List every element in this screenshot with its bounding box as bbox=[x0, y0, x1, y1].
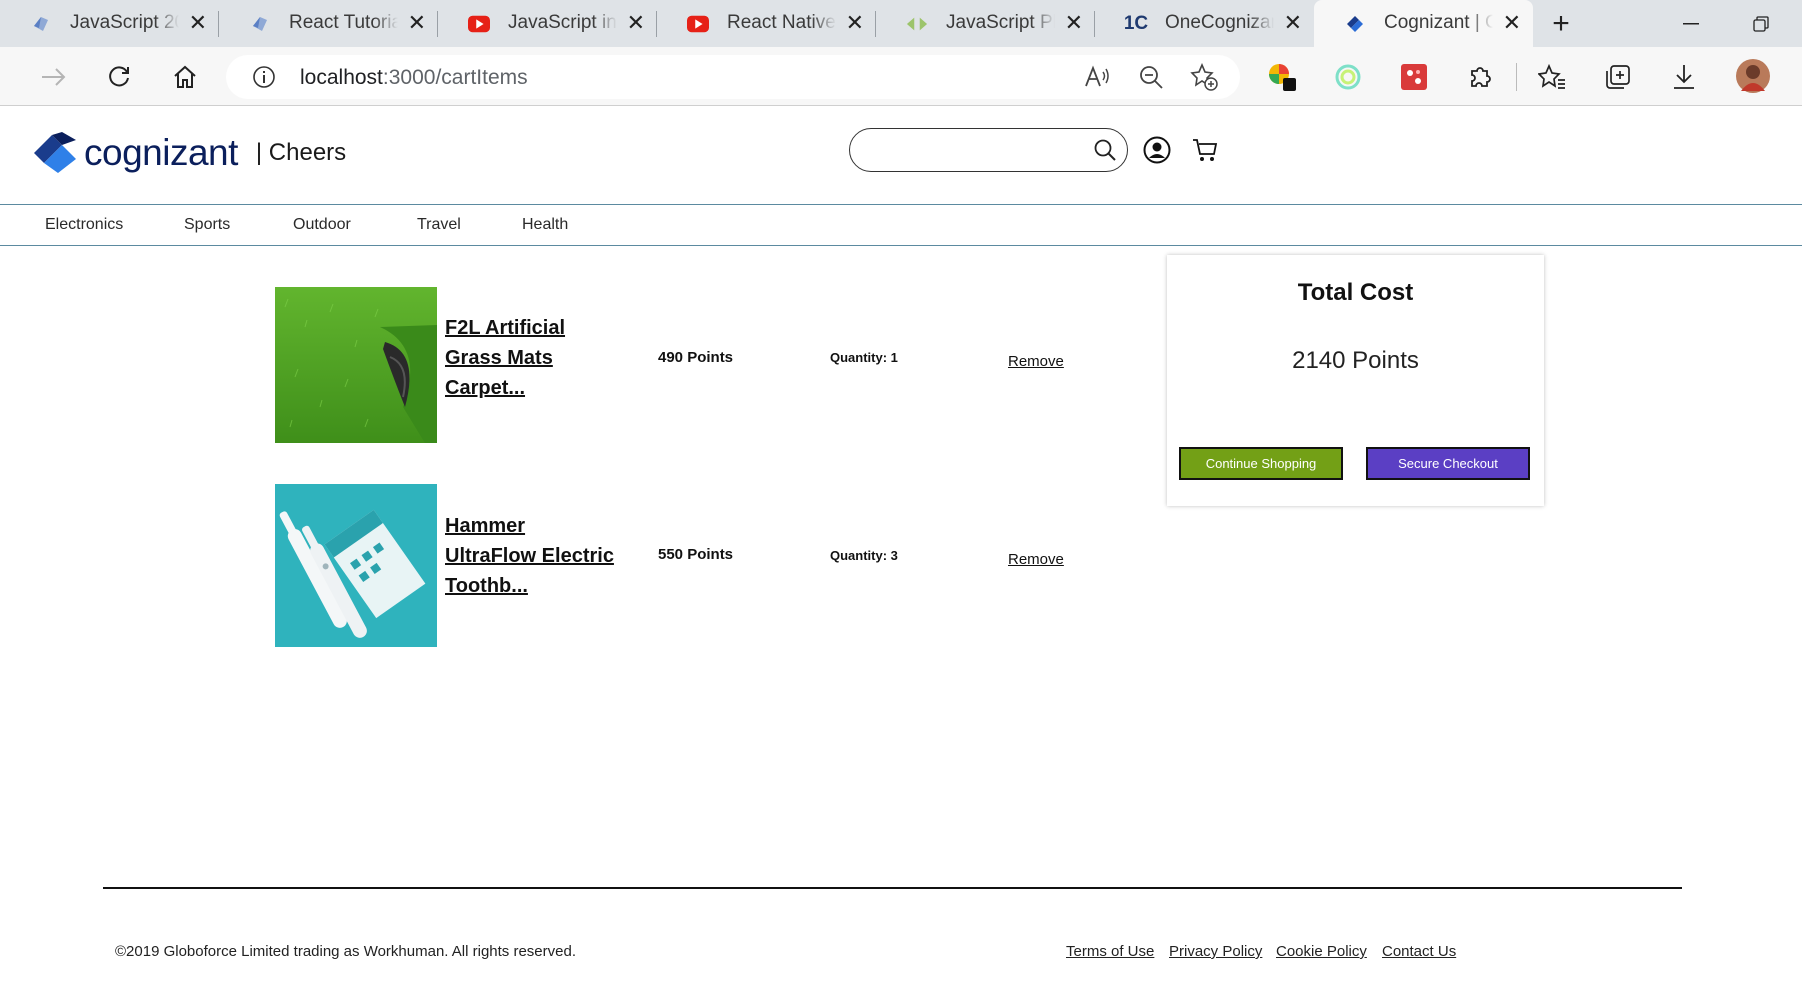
category-outdoor[interactable]: Outdoor bbox=[293, 216, 351, 234]
product-image-grass-mat[interactable] bbox=[275, 287, 437, 443]
globe-icon bbox=[249, 13, 271, 35]
favorites-icon[interactable] bbox=[1536, 61, 1568, 93]
secure-checkout-button[interactable]: Secure Checkout bbox=[1366, 447, 1530, 480]
tab-title: JavaScript Playg bbox=[946, 12, 1055, 33]
tab-title: React Native Cr bbox=[727, 12, 836, 33]
privacy-policy-link[interactable]: Privacy Policy bbox=[1169, 943, 1262, 960]
terms-of-use-link[interactable]: Terms of Use bbox=[1066, 943, 1154, 960]
continue-shopping-button[interactable]: Continue Shopping bbox=[1179, 447, 1343, 480]
youtube-icon bbox=[687, 13, 709, 35]
globe-icon bbox=[30, 13, 52, 35]
close-icon[interactable]: ✕ bbox=[1503, 10, 1521, 36]
category-travel[interactable]: Travel bbox=[417, 216, 461, 234]
category-health[interactable]: Health bbox=[522, 216, 568, 234]
product-name-link[interactable]: Hammer UltraFlow Electric Toothb... bbox=[445, 511, 615, 601]
url-text[interactable]: localhost:3000/cartItems bbox=[300, 66, 528, 90]
footer-divider bbox=[103, 887, 1682, 889]
address-bar[interactable]: localhost:3000/cartItems bbox=[226, 55, 1240, 99]
extension-colorful-icon[interactable] bbox=[1266, 61, 1298, 93]
extension-red-icon[interactable] bbox=[1398, 61, 1430, 93]
remove-button[interactable]: Remove bbox=[1008, 551, 1064, 568]
home-icon[interactable] bbox=[168, 60, 202, 94]
product-points: 490 Points bbox=[658, 349, 734, 366]
profile-avatar[interactable] bbox=[1736, 59, 1770, 93]
close-icon[interactable]: ✕ bbox=[1284, 10, 1302, 36]
browser-toolbar: localhost:3000/cartItems bbox=[0, 47, 1802, 106]
category-sports[interactable]: Sports bbox=[184, 216, 230, 234]
browser-tab[interactable]: JavaScript Playg ✕ bbox=[876, 0, 1095, 47]
category-electronics[interactable]: Electronics bbox=[45, 216, 123, 234]
add-favorite-icon[interactable] bbox=[1190, 62, 1218, 96]
category-nav: Electronics Sports Outdoor Travel Health bbox=[0, 204, 1802, 246]
read-aloud-icon[interactable] bbox=[1084, 64, 1110, 95]
tab-title: OneCognizant bbox=[1165, 12, 1274, 33]
close-icon[interactable]: ✕ bbox=[846, 10, 864, 36]
product-quantity: Quantity: 3 bbox=[830, 548, 898, 563]
cognizant-logo-mark bbox=[34, 132, 76, 173]
youtube-icon bbox=[468, 13, 490, 35]
close-icon[interactable]: ✕ bbox=[189, 10, 207, 36]
cookie-policy-link[interactable]: Cookie Policy bbox=[1276, 943, 1367, 960]
search-icon[interactable] bbox=[1093, 138, 1117, 167]
toolbar-divider bbox=[1516, 63, 1517, 91]
total-cost-value: 2140 Points bbox=[1292, 347, 1419, 374]
app-name: | Cheers bbox=[255, 139, 347, 166]
cognizant-icon bbox=[1344, 13, 1366, 35]
tab-title: JavaScript 2019 bbox=[70, 12, 179, 33]
contact-us-link[interactable]: Contact Us bbox=[1382, 943, 1456, 960]
back-arrow-icon[interactable] bbox=[36, 60, 70, 94]
search-input[interactable] bbox=[849, 128, 1128, 172]
cart-item: Hammer UltraFlow Electric Toothb... 550 … bbox=[275, 484, 1095, 647]
browser-tab[interactable]: React Tutorial a ✕ bbox=[219, 0, 438, 47]
extension-swirl-icon[interactable] bbox=[1332, 61, 1364, 93]
product-image-toothbrush[interactable] bbox=[275, 484, 437, 647]
tab-title: Cognizant | Che bbox=[1384, 12, 1493, 33]
browser-tab-active[interactable]: Cognizant | Che ✕ bbox=[1314, 0, 1533, 47]
playground-icon bbox=[906, 13, 928, 35]
remove-button[interactable]: Remove bbox=[1008, 353, 1064, 370]
cart-icon[interactable] bbox=[1191, 136, 1219, 169]
tab-title: JavaScript in te bbox=[508, 12, 617, 33]
user-account-icon[interactable] bbox=[1143, 136, 1171, 169]
close-icon[interactable]: ✕ bbox=[1065, 10, 1083, 36]
copyright-text: ©2019 Globoforce Limited trading as Work… bbox=[115, 943, 577, 960]
tab-title: React Tutorial a bbox=[289, 12, 398, 33]
order-summary-card: Total Cost 2140 Points Continue Shopping… bbox=[1167, 255, 1544, 506]
collections-icon[interactable] bbox=[1602, 61, 1634, 93]
product-name-link[interactable]: F2L Artificial Grass Mats Carpet... bbox=[445, 313, 615, 403]
url-host: localhost bbox=[300, 66, 383, 89]
restore-icon[interactable] bbox=[1726, 0, 1796, 47]
download-icon[interactable] bbox=[1668, 61, 1700, 93]
close-icon[interactable]: ✕ bbox=[627, 10, 645, 36]
site-header: cognizant | Cheers bbox=[0, 106, 1802, 204]
minimize-icon[interactable] bbox=[1656, 0, 1726, 47]
url-path: :3000/cartItems bbox=[382, 66, 528, 89]
browser-tab[interactable]: JavaScript in te ✕ bbox=[438, 0, 657, 47]
info-icon[interactable] bbox=[252, 65, 276, 94]
new-tab-button[interactable]: + bbox=[1533, 0, 1589, 47]
browser-tab-strip: JavaScript 2019 ✕ React Tutorial a ✕ Jav… bbox=[0, 0, 1802, 47]
product-quantity: Quantity: 1 bbox=[830, 350, 898, 365]
product-points: 550 Points bbox=[658, 546, 734, 563]
browser-tab[interactable]: JavaScript 2019 ✕ bbox=[0, 0, 219, 47]
zoom-out-icon[interactable] bbox=[1138, 64, 1164, 95]
extensions-puzzle-icon[interactable] bbox=[1464, 61, 1496, 93]
cart-item: F2L Artificial Grass Mats Carpet... 490 … bbox=[275, 287, 1095, 450]
browser-tab[interactable]: React Native Cr ✕ bbox=[657, 0, 876, 47]
browser-tab[interactable]: 1C OneCognizant ✕ bbox=[1095, 0, 1314, 47]
close-icon[interactable]: ✕ bbox=[408, 10, 426, 36]
cognizant-logo[interactable]: cognizant | Cheers bbox=[32, 132, 346, 174]
onecognizant-icon: 1C bbox=[1123, 13, 1149, 34]
refresh-icon[interactable] bbox=[102, 60, 136, 94]
logo-wordmark: cognizant bbox=[84, 132, 238, 173]
total-cost-heading: Total Cost bbox=[1297, 279, 1414, 306]
